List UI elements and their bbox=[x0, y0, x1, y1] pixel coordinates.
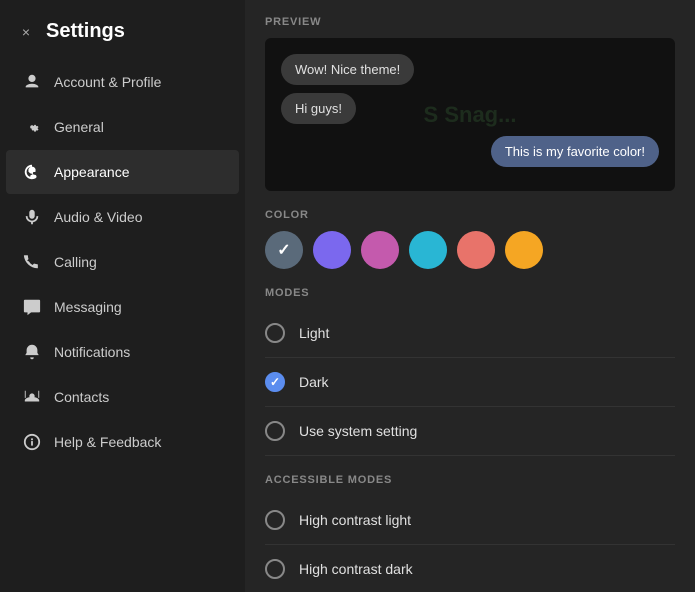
color-swatch-color-magenta[interactable] bbox=[361, 231, 399, 269]
radio-system bbox=[265, 421, 285, 441]
accessible-option-hc-dark[interactable]: High contrast dark bbox=[265, 545, 675, 592]
mode-label-dark: Dark bbox=[299, 374, 329, 390]
modes-section: MODES Light Dark Use system setting bbox=[265, 287, 675, 456]
mode-label-light: Light bbox=[299, 325, 329, 341]
message-icon bbox=[22, 297, 42, 317]
settings-title: Settings bbox=[46, 20, 125, 43]
preview-label: PREVIEW bbox=[265, 16, 675, 28]
sidebar: × Settings Account & Profile General App… bbox=[0, 0, 245, 592]
contacts-icon bbox=[22, 387, 42, 407]
mode-option-system[interactable]: Use system setting bbox=[265, 407, 675, 456]
sidebar-item-label: General bbox=[54, 119, 104, 135]
sidebar-item-notifications[interactable]: Notifications bbox=[6, 330, 239, 374]
mode-label-system: Use system setting bbox=[299, 423, 417, 439]
gear-icon bbox=[22, 117, 42, 137]
sidebar-item-general[interactable]: General bbox=[6, 105, 239, 149]
sidebar-item-help[interactable]: Help & Feedback bbox=[6, 420, 239, 464]
sidebar-item-messaging[interactable]: Messaging bbox=[6, 285, 239, 329]
person-icon bbox=[22, 72, 42, 92]
sidebar-item-label: Notifications bbox=[54, 344, 130, 360]
sidebar-item-label: Help & Feedback bbox=[54, 434, 161, 450]
sidebar-item-label: Audio & Video bbox=[54, 209, 142, 225]
palette-icon bbox=[22, 162, 42, 182]
sidebar-item-account[interactable]: Account & Profile bbox=[6, 60, 239, 104]
sidebar-item-calling[interactable]: Calling bbox=[6, 240, 239, 284]
radio-hc-dark bbox=[265, 559, 285, 579]
sidebar-item-appearance[interactable]: Appearance bbox=[6, 150, 239, 194]
mode-option-light[interactable]: Light bbox=[265, 309, 675, 358]
sidebar-item-label: Calling bbox=[54, 254, 97, 270]
sidebar-item-label: Contacts bbox=[54, 389, 109, 405]
mode-option-dark[interactable]: Dark bbox=[265, 358, 675, 407]
accessible-modes-label: ACCESSIBLE MODES bbox=[265, 474, 675, 486]
main-content: PREVIEW S Snag... Wow! Nice theme!Hi guy… bbox=[245, 0, 695, 592]
chat-bubble-bubble2: Hi guys! bbox=[281, 93, 659, 132]
radio-dark bbox=[265, 372, 285, 392]
radio-light bbox=[265, 323, 285, 343]
color-swatch-color-purple[interactable] bbox=[313, 231, 351, 269]
modes-label: MODES bbox=[265, 287, 675, 299]
preview-box: S Snag... Wow! Nice theme!Hi guys!This i… bbox=[265, 38, 675, 191]
close-button[interactable]: × bbox=[16, 22, 36, 42]
accessible-label-hc-dark: High contrast dark bbox=[299, 561, 413, 577]
color-swatches bbox=[265, 231, 675, 269]
sidebar-item-label: Messaging bbox=[54, 299, 122, 315]
accessible-option-hc-light[interactable]: High contrast light bbox=[265, 496, 675, 545]
radio-hc-light bbox=[265, 510, 285, 530]
accessible-modes-section: ACCESSIBLE MODES High contrast light Hig… bbox=[265, 474, 675, 592]
sidebar-item-contacts[interactable]: Contacts bbox=[6, 375, 239, 419]
color-label: COLOR bbox=[265, 209, 675, 221]
color-swatch-color-cyan[interactable] bbox=[409, 231, 447, 269]
accessible-label-hc-light: High contrast light bbox=[299, 512, 411, 528]
phone-icon bbox=[22, 252, 42, 272]
chat-bubble-bubble3: This is my favorite color! bbox=[281, 136, 659, 175]
color-swatch-color-blue-gray[interactable] bbox=[265, 231, 303, 269]
color-section: COLOR bbox=[265, 209, 675, 269]
sidebar-nav: Account & Profile General Appearance Aud… bbox=[0, 59, 245, 465]
sidebar-item-audio-video[interactable]: Audio & Video bbox=[6, 195, 239, 239]
sidebar-header: × Settings bbox=[0, 12, 245, 59]
chat-bubble-bubble1: Wow! Nice theme! bbox=[281, 54, 659, 93]
sidebar-item-label: Appearance bbox=[54, 164, 130, 180]
color-swatch-color-coral[interactable] bbox=[457, 231, 495, 269]
mic-icon bbox=[22, 207, 42, 227]
sidebar-item-label: Account & Profile bbox=[54, 74, 161, 90]
color-swatch-color-orange[interactable] bbox=[505, 231, 543, 269]
bell-icon bbox=[22, 342, 42, 362]
info-icon bbox=[22, 432, 42, 452]
